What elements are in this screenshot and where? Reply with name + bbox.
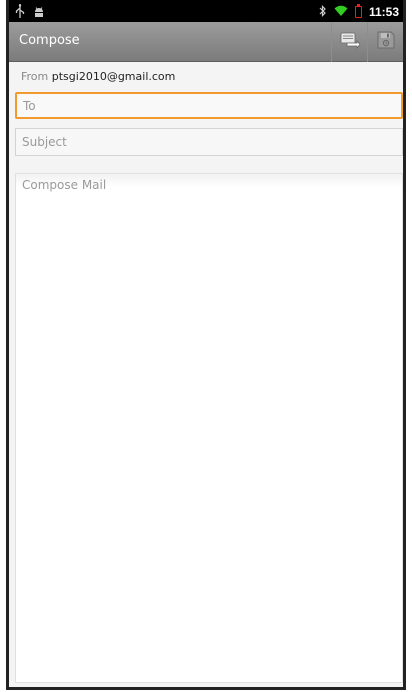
page-title: Compose: [19, 33, 80, 48]
status-notifications: [15, 3, 45, 22]
bluetooth-icon: [319, 2, 327, 21]
wifi-icon: [334, 2, 348, 21]
android-debug-icon: [33, 3, 45, 22]
usb-icon: [15, 3, 25, 22]
to-input[interactable]: [15, 92, 403, 119]
action-bar: Compose: [9, 22, 403, 62]
compose-body-input[interactable]: [15, 173, 403, 683]
phone-screen: 11:53 Compose From ptsgi2010@gmail.com T…: [6, 0, 406, 690]
send-icon: [339, 31, 361, 53]
send-button[interactable]: [331, 22, 367, 62]
save-draft-icon: [376, 30, 396, 54]
status-system-icons: 11:53: [319, 2, 399, 21]
battery-low-icon: [354, 3, 362, 18]
from-row: From ptsgi2010@gmail.com: [21, 70, 175, 83]
from-label: From: [21, 70, 49, 83]
status-bar: 11:53: [9, 0, 403, 22]
subject-input[interactable]: [15, 128, 403, 156]
save-draft-button[interactable]: [367, 22, 403, 62]
status-clock: 11:53: [368, 4, 399, 19]
from-email: ptsgi2010@gmail.com: [51, 70, 176, 83]
action-bar-actions: [331, 22, 403, 62]
